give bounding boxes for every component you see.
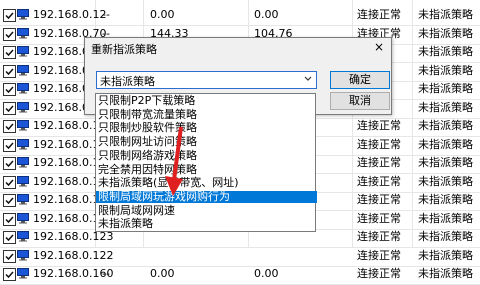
policy-select[interactable]: 未指派策略 [96, 71, 317, 89]
row-policy: 未指派策略 [418, 193, 473, 206]
computer-icon [17, 175, 29, 186]
row-connection-status: 连接正常 [357, 8, 401, 21]
row-download-rate: 0.00 [254, 267, 279, 280]
table-row[interactable]: 192.168.0.12 -- 0.00 0.00 连接正常 未指派策略 [0, 6, 480, 26]
dropdown-option[interactable]: 只限制炒股软件策略 [96, 122, 317, 135]
computer-icon [17, 157, 29, 168]
row-checkbox[interactable] [3, 83, 16, 96]
row-connection-status: 连接正常 [357, 174, 401, 188]
row-ip-address: 192.168.0.12 [33, 8, 107, 21]
dropdown-option[interactable]: 限制局域网玩游戏网购行为 [96, 191, 317, 204]
row-connection-status: 连接正常 [357, 230, 401, 243]
computer-icon [17, 138, 29, 149]
row-connection-status: 连接正常 [357, 119, 401, 132]
row-upload-rate: 0.00 [150, 8, 175, 21]
close-icon[interactable]: × [372, 40, 386, 54]
row-checkbox[interactable] [3, 249, 16, 263]
row-policy: 未指派策略 [418, 230, 473, 243]
row-checkbox[interactable] [3, 194, 16, 207]
row-connection-status: 连接正常 [357, 137, 401, 151]
computer-icon [17, 120, 29, 131]
row-checkbox[interactable] [3, 138, 16, 152]
row-connection-status: 连接正常 [357, 248, 401, 262]
computer-icon [17, 212, 29, 223]
dropdown-option[interactable]: 完全禁用因特网策略 [96, 163, 317, 177]
dropdown-option[interactable]: 限制局域网网速 [96, 204, 317, 218]
row-ip-address: 192.168.0.123 [33, 230, 114, 243]
dropdown-option[interactable]: 只限制网络游戏策略 [96, 150, 317, 163]
row-policy: 未指派策略 [418, 156, 473, 169]
row-policy: 未指派策略 [418, 119, 473, 132]
row-checkbox[interactable] [3, 27, 16, 41]
table-row[interactable]: 192.168.0.122 连接正常 未指派策略 [0, 247, 480, 267]
policy-dropdown-list: 只限制P2P下载策略 只限制带宽流量策略 只限制炒股软件策略 只限制网址访问策略 只限制… [95, 93, 317, 232]
dropdown-option[interactable]: 只限制P2P下载策略 [96, 95, 317, 108]
row-checkbox[interactable] [3, 64, 16, 78]
computer-icon [17, 249, 29, 260]
row-col2-value: -- [102, 8, 110, 21]
row-col2-value: -- [102, 267, 110, 280]
row-connection-status: 连接正常 [357, 267, 401, 280]
policy-select-value: 未指派策略 [100, 75, 155, 88]
row-checkbox[interactable] [3, 231, 16, 244]
dropdown-option[interactable]: 只限制网址访问策略 [96, 136, 317, 149]
row-checkbox[interactable] [3, 120, 16, 133]
row-policy: 未指派策略 [418, 82, 473, 95]
computer-icon [17, 27, 29, 38]
row-checkbox[interactable] [3, 175, 16, 189]
chevron-down-icon [304, 76, 312, 81]
dropdown-option[interactable]: 只限制带宽流量策略 [96, 108, 317, 122]
row-policy: 未指派策略 [418, 267, 473, 280]
table-row[interactable]: 192.168.0.160 -- 0.00 0.00 连接正常 未指派策略 [0, 265, 480, 285]
computer-icon [17, 101, 29, 112]
dropdown-option[interactable]: 未指派策略 [96, 218, 317, 231]
row-connection-status: 连接正常 [357, 156, 401, 169]
computer-icon [17, 231, 29, 242]
computer-icon [17, 9, 29, 20]
row-checkbox[interactable] [3, 157, 16, 170]
row-policy: 未指派策略 [418, 26, 473, 40]
row-policy: 未指派策略 [418, 211, 473, 225]
row-checkbox[interactable] [3, 268, 16, 281]
row-policy: 未指派策略 [418, 174, 473, 188]
row-upload-rate: 0.00 [150, 267, 175, 280]
row-checkbox[interactable] [3, 212, 16, 226]
row-policy: 未指派策略 [418, 8, 473, 21]
computer-icon [17, 64, 29, 75]
row-connection-status: 连接正常 [357, 211, 401, 225]
row-policy: 未指派策略 [418, 63, 473, 77]
ok-button[interactable]: 确定 [330, 71, 390, 89]
row-download-rate: 0.00 [254, 8, 279, 21]
row-ip-address: 192.168.0.122 [33, 248, 114, 262]
row-policy: 未指派策略 [418, 45, 473, 58]
row-connection-status: 连接正常 [357, 193, 401, 206]
computer-icon [17, 46, 29, 57]
row-checkbox[interactable] [3, 9, 16, 22]
cancel-button[interactable]: 取消 [330, 92, 390, 110]
row-checkbox[interactable] [3, 46, 16, 59]
row-policy: 未指派策略 [418, 248, 473, 262]
computer-icon [17, 83, 29, 94]
row-policy: 未指派策略 [418, 137, 473, 151]
dialog-title: 重新指派策略 [91, 43, 157, 56]
dropdown-option[interactable]: 未指派策略(显示带宽、网址) [96, 177, 317, 190]
computer-icon [17, 268, 29, 279]
row-policy: 未指派策略 [418, 100, 473, 114]
computer-icon [17, 194, 29, 205]
row-checkbox[interactable] [3, 101, 16, 115]
